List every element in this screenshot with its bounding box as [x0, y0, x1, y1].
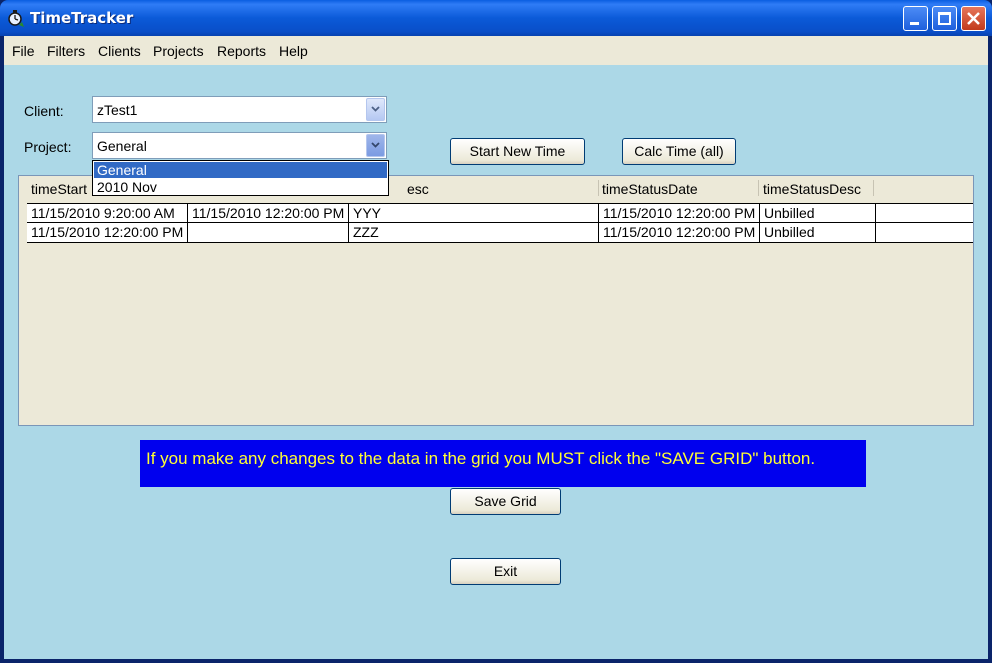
project-combobox[interactable]: General: [92, 132, 387, 159]
calc-time-button[interactable]: Calc Time (all): [622, 138, 736, 165]
client-combobox[interactable]: zTest1: [92, 96, 387, 123]
table-row[interactable]: 11/15/2010 9:20:00 AM 11/15/2010 12:20:0…: [27, 203, 973, 223]
client-label: Client:: [24, 103, 64, 119]
minimize-button[interactable]: [903, 6, 928, 31]
client-value: zTest1: [97, 102, 138, 118]
column-header-timestart[interactable]: timeStart: [31, 181, 87, 197]
project-option-2010-nov[interactable]: 2010 Nov: [94, 179, 387, 195]
cell-timeend[interactable]: [188, 223, 349, 242]
menu-projects[interactable]: Projects: [153, 43, 204, 59]
menu-bar: File Filters Clients Projects Reports He…: [4, 36, 988, 65]
stopwatch-icon: [6, 8, 26, 28]
chevron-down-icon: [371, 142, 380, 148]
exit-button[interactable]: Exit: [450, 558, 561, 585]
project-dropdown-button[interactable]: [366, 134, 385, 157]
cell-desc[interactable]: ZZZ: [349, 223, 599, 242]
table-row[interactable]: 11/15/2010 12:20:00 PM ZZZ 11/15/2010 12…: [27, 223, 973, 243]
column-header-timestatusdesc[interactable]: timeStatusDesc: [763, 181, 861, 197]
cell-timestart[interactable]: 11/15/2010 9:20:00 AM: [27, 204, 188, 223]
menu-reports[interactable]: Reports: [217, 43, 266, 59]
client-dropdown-button[interactable]: [366, 98, 385, 121]
minimize-icon: [910, 22, 919, 25]
window-title: TimeTracker: [30, 9, 134, 27]
column-separator: [758, 180, 759, 196]
cell-timestatusdesc[interactable]: Unbilled: [760, 223, 876, 242]
column-separator: [598, 180, 599, 196]
close-button[interactable]: [961, 6, 986, 31]
menu-clients[interactable]: Clients: [98, 43, 141, 59]
chevron-down-icon: [371, 106, 380, 112]
column-header-timestatusdate[interactable]: timeStatusDate: [602, 181, 698, 197]
client-area: File Filters Clients Projects Reports He…: [4, 36, 988, 659]
project-value: General: [97, 138, 147, 154]
column-separator: [873, 180, 874, 196]
menu-help[interactable]: Help: [279, 43, 308, 59]
data-grid[interactable]: timeStart esc timeStatusDate timeStatusD…: [18, 175, 974, 426]
cell-timeend[interactable]: 11/15/2010 12:20:00 PM: [188, 204, 349, 223]
close-icon: [966, 11, 981, 30]
project-label: Project:: [24, 139, 72, 155]
maximize-button[interactable]: [932, 6, 957, 31]
save-warning-banner: If you make any changes to the data in t…: [140, 440, 866, 487]
start-new-time-button[interactable]: Start New Time: [450, 138, 585, 165]
title-bar[interactable]: TimeTracker: [0, 0, 992, 36]
maximize-icon: [938, 12, 951, 25]
app-window: TimeTracker File Filters Clients Project…: [0, 0, 992, 663]
cell-timestatusdate[interactable]: 11/15/2010 12:20:00 PM: [599, 204, 760, 223]
cell-timestatusdesc[interactable]: Unbilled: [760, 204, 876, 223]
save-grid-button[interactable]: Save Grid: [450, 488, 561, 515]
project-option-general[interactable]: General: [94, 162, 387, 178]
menu-filters[interactable]: Filters: [47, 43, 85, 59]
cell-timestart[interactable]: 11/15/2010 12:20:00 PM: [27, 223, 188, 242]
column-header-desc[interactable]: esc: [407, 181, 429, 197]
project-dropdown-list: General 2010 Nov: [92, 160, 389, 196]
menu-file[interactable]: File: [12, 43, 35, 59]
cell-timestatusdate[interactable]: 11/15/2010 12:20:00 PM: [599, 223, 760, 242]
cell-desc[interactable]: YYY: [349, 204, 599, 223]
